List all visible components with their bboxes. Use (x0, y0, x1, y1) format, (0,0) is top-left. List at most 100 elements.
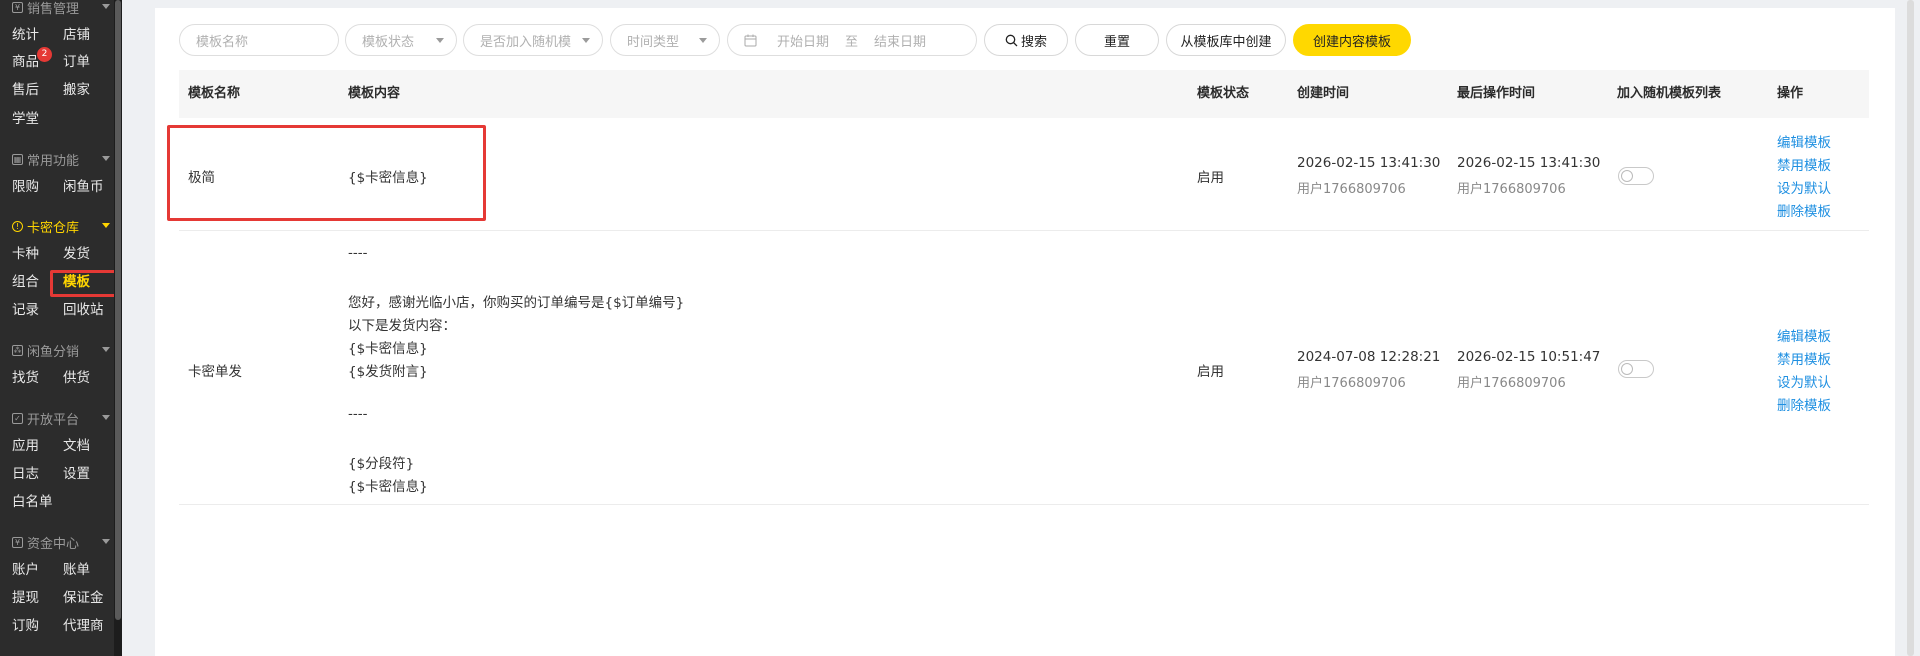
row-content-line: 您好，感谢光临小店，你购买的订单编号是{$订单编号} (348, 295, 685, 311)
set-default-link[interactable]: 设为默认 (1777, 371, 1831, 391)
row-modified-by: 用户1766809706 (1457, 376, 1566, 391)
sidebar-item-recycle[interactable]: 回收站 (63, 299, 104, 321)
sidebar-item-find-goods[interactable]: 找货 (12, 367, 39, 389)
row-modified-time: 2026-02-15 13:41:30 (1457, 155, 1601, 171)
sidebar-item-goods[interactable]: 商品 (12, 51, 39, 73)
delete-template-link[interactable]: 删除模板 (1777, 200, 1831, 220)
sidebar-item-combo[interactable]: 组合 (12, 271, 39, 293)
finance-icon: ¥ (12, 536, 23, 548)
col-content: 模板内容 (348, 86, 401, 101)
end-date-input[interactable]: 结束日期 (874, 31, 926, 50)
row-modified-by: 用户1766809706 (1457, 182, 1566, 197)
section-open-platform[interactable]: ✓ 开放平台 (0, 408, 114, 428)
sidebar-item-academy[interactable]: 学堂 (12, 108, 39, 130)
toggle-knob (1621, 363, 1633, 375)
edit-template-link[interactable]: 编辑模板 (1777, 131, 1831, 151)
row-content-line: {$卡密信息} (348, 341, 428, 357)
col-actions: 操作 (1777, 86, 1804, 101)
sidebar-item-logs[interactable]: 日志 (12, 463, 39, 485)
row-content-line: 以下是发货内容： (348, 318, 456, 334)
row-created-by: 用户1766809706 (1297, 182, 1406, 197)
section-distribution[interactable]: ⁂ 闲鱼分销 (0, 340, 114, 360)
calendar-icon (744, 34, 757, 46)
row-divider (179, 504, 1869, 505)
sidebar: ¥ 销售管理 统计 店铺 商品 2 订单 售后 搬家 学堂 ▦ 常用功能 限购 闲鱼… (0, 0, 122, 656)
sidebar-item-records[interactable]: 记录 (12, 299, 39, 321)
row-divider (179, 230, 1869, 231)
sidebar-item-card-type[interactable]: 卡种 (12, 243, 39, 265)
chevron-down-icon (102, 4, 110, 9)
section-card-warehouse[interactable]: ! 卡密仓库 (0, 216, 114, 236)
sidebar-item-apps[interactable]: 应用 (12, 435, 39, 457)
sales-icon: ¥ (12, 1, 23, 13)
row-status: 启用 (1197, 170, 1224, 186)
row-content-line: ---- (348, 245, 368, 261)
chevron-down-icon (102, 539, 110, 544)
sidebar-item-agent[interactable]: 代理商 (63, 615, 104, 637)
toggle-knob (1621, 170, 1633, 182)
sidebar-item-coin[interactable]: 闲鱼币 (63, 176, 104, 198)
sidebar-item-limit[interactable]: 限购 (12, 176, 39, 198)
warehouse-icon: ! (12, 220, 23, 232)
search-icon (1005, 34, 1018, 46)
col-name: 模板名称 (188, 86, 241, 101)
sidebar-item-migrate[interactable]: 搬家 (63, 79, 90, 101)
section-finance[interactable]: ¥ 资金中心 (0, 532, 114, 552)
row-content-line: {$分段符} (348, 456, 415, 472)
sidebar-item-settings[interactable]: 设置 (63, 463, 90, 485)
row-content-line: {$卡密信息} (348, 479, 428, 495)
sidebar-item-subscribe[interactable]: 订购 (12, 615, 39, 637)
col-random: 加入随机模板列表 (1617, 86, 1722, 101)
search-button[interactable]: 搜索 (984, 24, 1068, 56)
check-square-icon: ✓ (12, 412, 23, 424)
create-template-button[interactable]: 创建内容模板 (1293, 24, 1411, 56)
sidebar-item-delivery[interactable]: 发货 (63, 243, 90, 265)
row-created-time: 2024-07-08 12:28:21 (1297, 349, 1441, 365)
time-type-select[interactable]: 时间类型 (610, 24, 720, 56)
sidebar-item-shop[interactable]: 店铺 (63, 24, 90, 46)
sidebar-item-account[interactable]: 账户 (12, 559, 39, 581)
row-content-line: ---- (348, 406, 368, 422)
template-name-input[interactable]: 模板名称 (179, 24, 339, 56)
sidebar-item-bill[interactable]: 账单 (63, 559, 90, 581)
start-date-input[interactable]: 开始日期 (777, 31, 829, 50)
col-modified: 最后操作时间 (1457, 86, 1536, 101)
random-list-select[interactable]: 是否加入随机模 (463, 24, 603, 56)
chevron-down-icon (102, 347, 110, 352)
sidebar-item-stats[interactable]: 统计 (12, 24, 39, 46)
row-created-by: 用户1766809706 (1297, 376, 1406, 391)
reset-button[interactable]: 重置 (1075, 24, 1159, 56)
random-list-toggle[interactable] (1618, 167, 1654, 185)
section-common[interactable]: ▦ 常用功能 (0, 149, 114, 169)
sidebar-scroll-thumb[interactable] (115, 0, 121, 620)
sidebar-scrollbar[interactable] (114, 0, 122, 656)
create-from-library-button[interactable]: 从模板库中创建 (1166, 24, 1286, 56)
chevron-down-icon (102, 415, 110, 420)
sidebar-item-orders[interactable]: 订单 (63, 51, 90, 73)
page-scrollbar[interactable] (1907, 0, 1914, 656)
goods-count-badge: 2 (37, 47, 52, 62)
disable-template-link[interactable]: 禁用模板 (1777, 348, 1831, 368)
sidebar-item-supply[interactable]: 供货 (63, 367, 90, 389)
sidebar-item-deposit[interactable]: 保证金 (63, 587, 104, 609)
template-status-select[interactable]: 模板状态 (345, 24, 457, 56)
chevron-down-icon (102, 223, 110, 228)
sidebar-item-docs[interactable]: 文档 (63, 435, 90, 457)
sidebar-item-whitelist[interactable]: 白名单 (12, 491, 53, 513)
row-modified-time: 2026-02-15 10:51:47 (1457, 349, 1601, 365)
date-separator: 至 (845, 34, 859, 50)
date-range-picker[interactable]: 开始日期 至 结束日期 (727, 24, 977, 56)
disable-template-link[interactable]: 禁用模板 (1777, 154, 1831, 174)
row-highlight-box (167, 125, 486, 221)
row-status: 启用 (1197, 364, 1224, 380)
set-default-link[interactable]: 设为默认 (1777, 177, 1831, 197)
random-list-toggle[interactable] (1618, 360, 1654, 378)
row-content-line: {$发货附言} (348, 364, 428, 380)
chevron-down-icon (102, 156, 110, 161)
sidebar-item-after-sales[interactable]: 售后 (12, 79, 39, 101)
section-sales[interactable]: ¥ 销售管理 (0, 0, 114, 17)
chevron-down-icon (699, 38, 707, 43)
edit-template-link[interactable]: 编辑模板 (1777, 325, 1831, 345)
sidebar-item-withdraw[interactable]: 提现 (12, 587, 39, 609)
delete-template-link[interactable]: 删除模板 (1777, 394, 1831, 414)
